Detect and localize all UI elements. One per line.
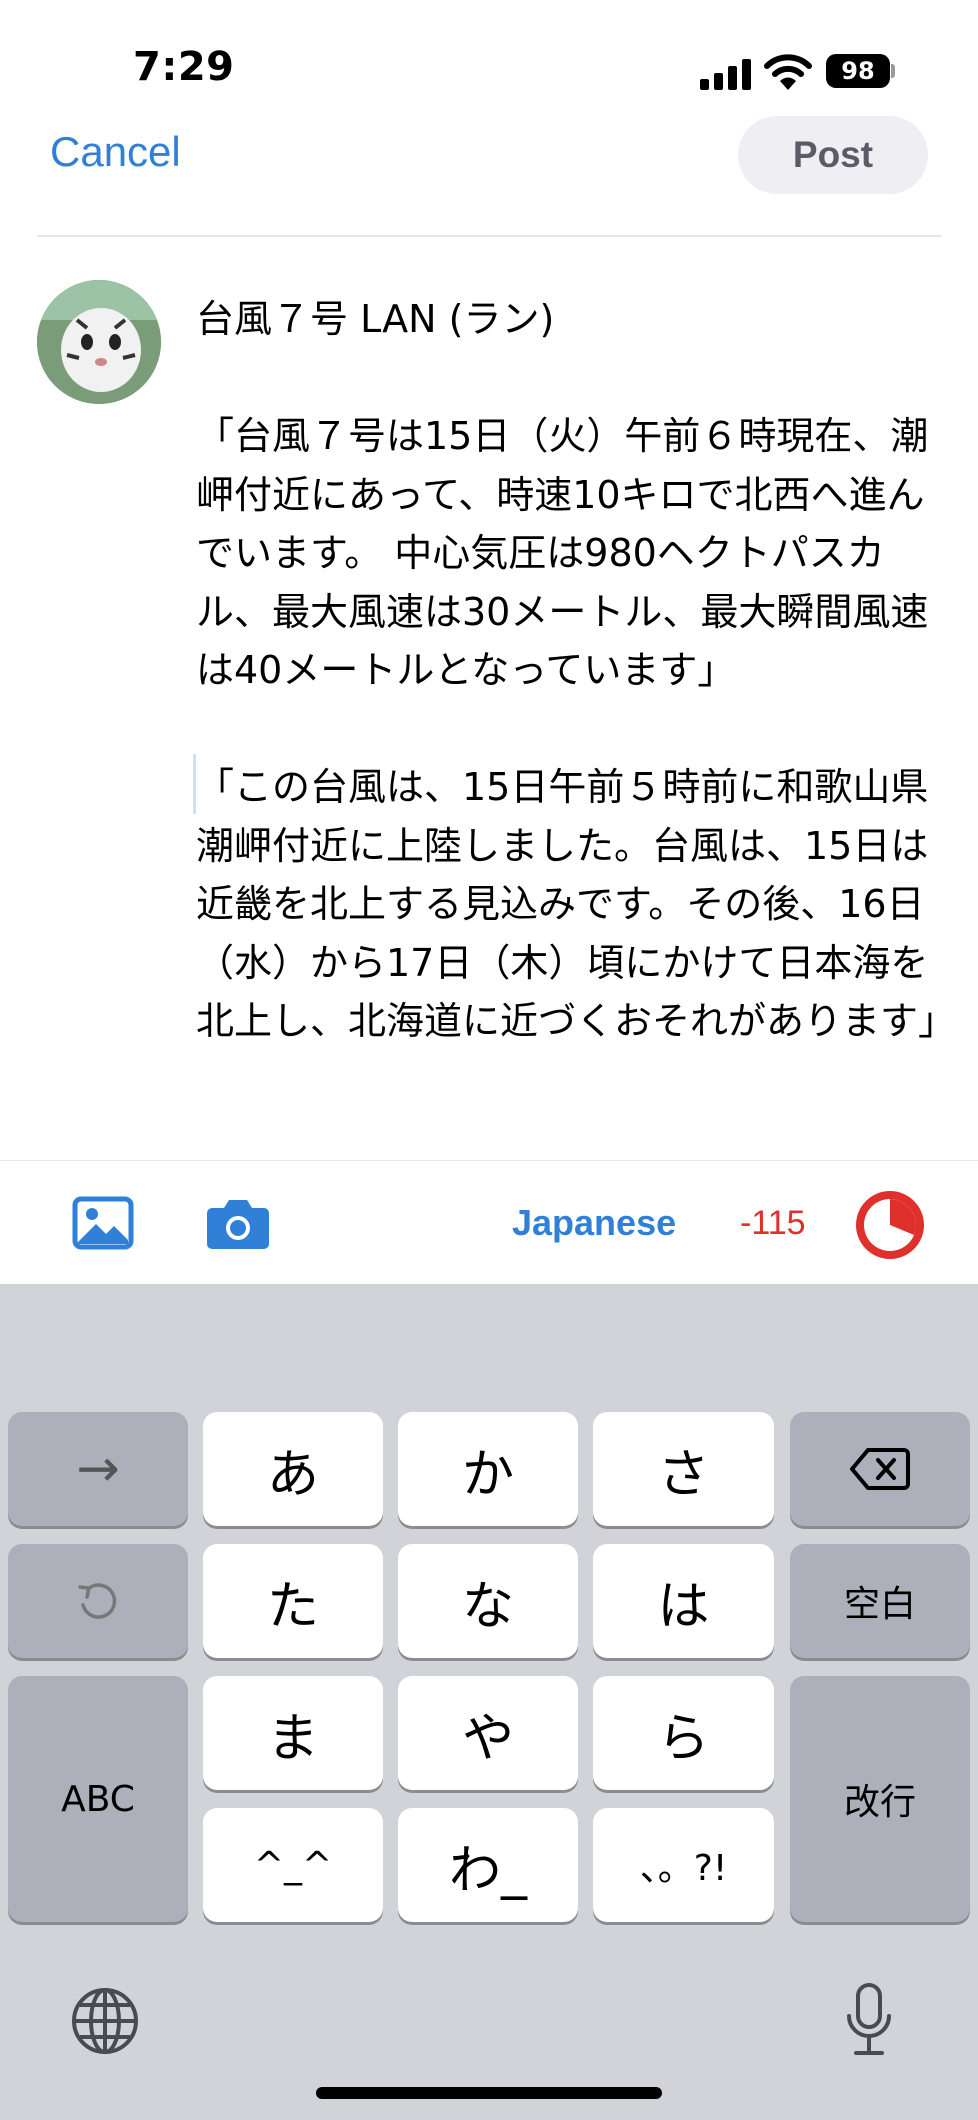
post-button[interactable]: Post xyxy=(738,116,928,194)
delete-key[interactable] xyxy=(790,1412,970,1526)
key-ra[interactable]: ら xyxy=(593,1676,774,1790)
key-wa[interactable]: わ_ xyxy=(398,1808,578,1922)
status-time: 7:29 xyxy=(133,44,235,90)
battery-cap xyxy=(891,64,895,78)
cancel-button[interactable]: Cancel xyxy=(50,128,181,176)
key-punctuation[interactable]: 、。?! xyxy=(593,1808,774,1922)
key-arrow[interactable]: → xyxy=(8,1412,188,1526)
photo-library-icon[interactable] xyxy=(72,1196,134,1250)
key-sa[interactable]: さ xyxy=(593,1412,774,1526)
key-ha[interactable]: は xyxy=(593,1544,774,1658)
abc-key[interactable]: ABC xyxy=(8,1676,188,1922)
globe-icon[interactable] xyxy=(70,1986,140,2056)
character-count: -115 xyxy=(740,1204,806,1242)
undo-icon xyxy=(78,1583,117,1619)
compose-toolbar xyxy=(0,1160,978,1284)
key-ka[interactable]: か xyxy=(398,1412,578,1526)
return-key[interactable]: 改行 xyxy=(790,1676,970,1922)
avatar-image xyxy=(37,280,161,404)
header-divider xyxy=(37,235,941,237)
battery-indicator: 98 xyxy=(826,54,890,88)
space-key[interactable]: 空白 xyxy=(790,1544,970,1658)
post-text-input[interactable]: 台風７号 LAN (ラン) 「台風７号は15日（火）午前６時現在、潮岬付近にあっ… xyxy=(196,290,956,1051)
key-ya[interactable]: や xyxy=(398,1676,578,1790)
microphone-icon[interactable] xyxy=(844,1982,894,2058)
key-emoticon[interactable]: ^_^ xyxy=(203,1808,383,1922)
character-limit-ring-icon xyxy=(856,1191,924,1259)
wifi-icon xyxy=(764,54,812,90)
camera-icon[interactable] xyxy=(206,1196,270,1250)
undo-key[interactable] xyxy=(8,1544,188,1658)
text-cursor xyxy=(193,754,196,814)
key-a[interactable]: あ xyxy=(203,1412,383,1526)
japanese-keyboard: → あ か さ た な は 空白 ABC ま や ら 改行 ^_^ わ_ 、。?… xyxy=(0,1284,978,2120)
key-na[interactable]: な xyxy=(398,1544,578,1658)
backspace-icon xyxy=(850,1448,910,1490)
key-ta[interactable]: た xyxy=(203,1544,383,1658)
home-indicator[interactable] xyxy=(316,2087,662,2099)
status-bar: 7:29 98 xyxy=(0,0,978,110)
cellular-signal-icon xyxy=(700,58,752,90)
avatar[interactable] xyxy=(37,280,161,404)
language-selector[interactable]: Japanese xyxy=(512,1202,676,1244)
key-ma[interactable]: ま xyxy=(203,1676,383,1790)
